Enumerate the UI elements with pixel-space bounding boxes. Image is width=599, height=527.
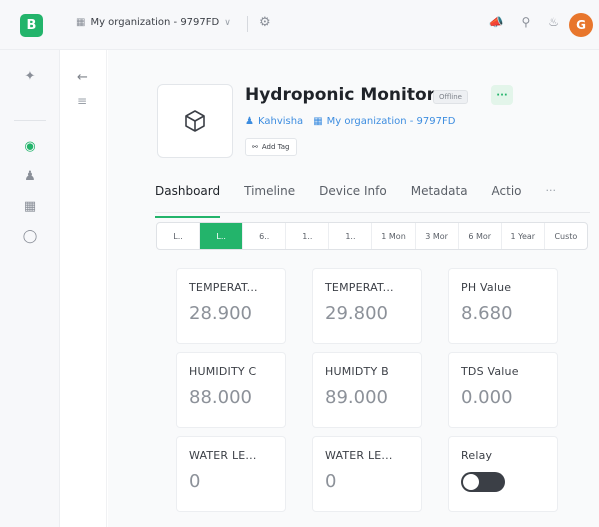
widget-humidity-c[interactable]: HUMIDITY C 88.000 [176,352,286,428]
rail-item-locations[interactable]: ◯ [0,224,60,248]
left-navigation: ✦ ◉ ♟ ▦ ◯ [0,50,60,527]
range-option[interactable]: 6 Mor [459,223,502,249]
widget-value: 89.000 [325,387,388,408]
widget-value: 0 [189,471,201,492]
rail-item-organizations[interactable]: ▦ [0,194,60,218]
bell-icon[interactable]: ♨ [548,15,559,29]
tabs-more-button[interactable]: ··· [546,180,557,210]
widget-temperature-1[interactable]: TEMPERAT... 28.900 [176,268,286,344]
users-icon: ♟ [24,168,36,184]
user-icon: ♟ [245,116,254,127]
building-icon: ▦ [23,198,37,214]
rail-item-devices[interactable]: ◉ [0,134,60,158]
user-avatar[interactable]: G [569,13,593,37]
range-option[interactable]: 1.. [286,223,330,249]
globe-icon[interactable]: ⚲ [521,15,530,29]
widget-label: Relay [461,449,493,462]
chevron-down-icon: ∨ [224,17,231,28]
tag-icon: ⚯ [252,143,258,151]
back-arrow-icon[interactable]: ← [77,70,88,85]
main-content: Hydroponic Monitor Offline ··· ♟ Kahvisha… [108,50,599,527]
widget-value: 0.000 [461,387,513,408]
rail-separator [14,120,46,121]
range-option[interactable]: 1.. [329,223,373,249]
device-tabs: Dashboard Timeline Device Info Metadata … [155,180,595,218]
widget-label: PH Value [461,281,512,294]
relay-toggle[interactable] [461,472,505,492]
range-option[interactable]: 3 Mor [416,223,459,249]
widget-label: TDS Value [461,365,519,378]
range-option[interactable]: Custo [545,223,587,249]
cube-icon [185,110,205,132]
hamburger-menu-icon[interactable]: ≡ [77,94,87,108]
widget-value: 28.900 [189,303,252,324]
widget-label: WATER LE... [189,449,257,462]
tab-dashboard[interactable]: Dashboard [155,180,221,218]
range-option[interactable]: 1 Year [502,223,545,249]
app-logo[interactable]: B [20,14,43,37]
widget-ph-value[interactable]: PH Value 8.680 [448,268,558,344]
widget-tds-value[interactable]: TDS Value 0.000 [448,352,558,428]
location-pin-icon: ◯ [22,228,38,244]
device-image [157,84,233,158]
building-icon: ▦ [313,116,323,127]
rail-item-users[interactable]: ♟ [0,164,60,188]
range-option[interactable]: 1 Mon [372,223,416,249]
gear-icon[interactable]: ⚙ [259,15,271,30]
top-bar: B ▦ My organization - 9797FD ∨ ⚙ 📣 ⚲ ♨ G [0,0,599,50]
range-option[interactable]: L.. [157,223,201,249]
widget-water-level-1[interactable]: WATER LE... 0 [176,436,286,512]
widget-water-level-2[interactable]: WATER LE... 0 [312,436,422,512]
add-tag-button[interactable]: ⚯ Add Tag [245,138,297,156]
device-more-button[interactable]: ··· [491,85,513,105]
widget-label: TEMPERAT... [325,281,394,294]
cube-icon: ◉ [24,138,36,154]
owner-link[interactable]: ♟ Kahvisha [245,116,303,127]
widget-value: 88.000 [189,387,252,408]
widget-relay: Relay [448,436,558,512]
widget-label: HUMIDITY C [189,365,257,378]
owner-name: Kahvisha [257,116,304,127]
organization-switcher[interactable]: ▦ My organization - 9797FD ∨ [76,17,231,28]
megaphone-icon[interactable]: 📣 [488,15,503,29]
tab-device-info[interactable]: Device Info [319,180,387,210]
tab-actions[interactable]: Actio [492,180,522,210]
widget-label: HUMIDTY B [325,365,389,378]
widget-temperature-2[interactable]: TEMPERAT... 29.800 [312,268,422,344]
organization-link[interactable]: ▦ My organization - 9797FD [313,116,455,127]
toggle-knob [463,474,479,490]
organization-name: My organization - 9797FD [90,17,220,28]
tabs-divider [155,212,590,213]
secondary-rail: ← ≡ [61,50,107,527]
tab-timeline[interactable]: Timeline [244,180,295,210]
time-range-selector: L.. L.. 6.. 1.. 1.. 1 Mon 3 Mor 6 Mor 1 … [156,222,588,250]
widget-value: 29.800 [325,303,388,324]
tab-metadata[interactable]: Metadata [411,180,468,210]
building-icon: ▦ [76,17,86,28]
widget-humidity-b[interactable]: HUMIDTY B 89.000 [312,352,422,428]
tools-icon: ✦ [24,68,36,84]
top-divider [247,16,248,32]
range-option[interactable]: 6.. [243,223,287,249]
widget-value: 8.680 [461,303,513,324]
rail-item-quickstart[interactable]: ✦ [0,64,60,88]
widget-value: 0 [325,471,337,492]
range-option-selected[interactable]: L.. [200,223,244,249]
top-actions: 📣 ⚲ ♨ [488,15,559,29]
device-meta: ♟ Kahvisha ▦ My organization - 9797FD [245,116,455,127]
organization-label: My organization - 9797FD [326,116,456,127]
widget-label: TEMPERAT... [189,281,258,294]
add-tag-label: Add Tag [261,143,290,151]
status-badge: Offline [433,90,468,104]
widget-label: WATER LE... [325,449,393,462]
device-title: Hydroponic Monitor [245,85,436,105]
